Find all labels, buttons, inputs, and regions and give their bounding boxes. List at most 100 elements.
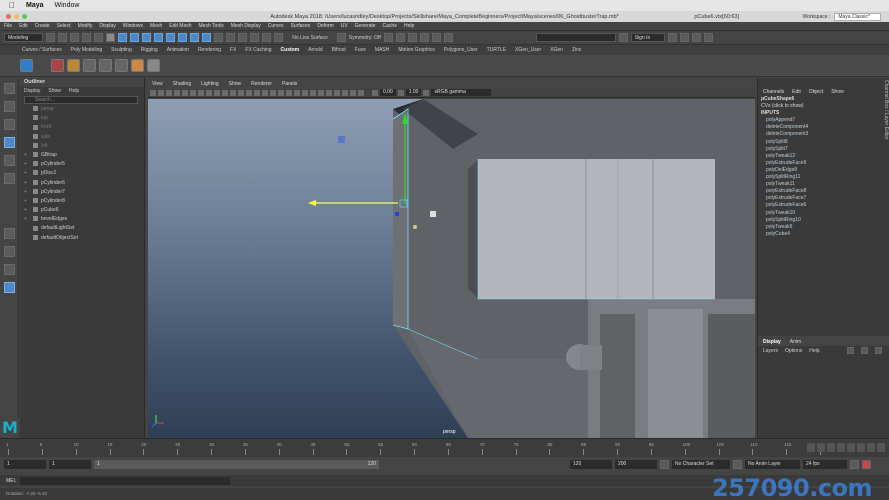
play-back-icon[interactable]	[837, 443, 845, 452]
exposure-field[interactable]: 0.00	[380, 89, 396, 96]
camera-attr-icon[interactable]	[158, 89, 164, 96]
input-node[interactable]: polySplitRing11	[758, 174, 889, 181]
shelf-tab-fuze[interactable]: Fuze	[355, 47, 366, 53]
wireframe-icon[interactable]	[238, 89, 244, 96]
shelf-tab-poly-modeling[interactable]: Poly Modeling	[71, 47, 102, 53]
toggle-modeling-toolkit-icon[interactable]	[668, 33, 678, 42]
step-forward-icon[interactable]	[867, 443, 875, 452]
goto-end-icon[interactable]	[877, 443, 885, 452]
z-tools-icon[interactable]	[20, 59, 33, 72]
custom-tool-4-icon[interactable]	[99, 59, 112, 72]
outliner-item[interactable]: + pCube6	[20, 206, 144, 215]
gamma-field[interactable]: 1.00	[405, 89, 422, 96]
color-space-dropdown[interactable]: sRGB gamma	[431, 89, 492, 96]
shelf-tab-bifrost[interactable]: Bifrost	[332, 47, 346, 53]
input-node[interactable]: polyTweak11	[758, 181, 889, 188]
window-menu[interactable]: Window	[55, 2, 80, 9]
grid-toggle-icon[interactable]	[182, 89, 188, 96]
shelf-tab-fx-caching[interactable]: FX Caching	[245, 47, 271, 53]
isolate-select-icon[interactable]	[350, 89, 356, 96]
outliner-item[interactable]: + bevelEdges	[20, 215, 144, 224]
render-view-icon[interactable]	[383, 33, 393, 42]
custom-tool-5-icon[interactable]	[115, 59, 128, 72]
panel-menu-panels[interactable]: Panels	[282, 81, 297, 87]
shelf-tab-sculpting[interactable]: Sculpting	[111, 47, 132, 53]
light-editor-icon[interactable]	[443, 33, 453, 42]
field-chart-icon[interactable]	[214, 89, 220, 96]
shadows-icon[interactable]	[310, 89, 316, 96]
bounding-box-icon[interactable]	[254, 89, 260, 96]
image-plane-icon[interactable]	[174, 89, 180, 96]
shelf-tab-custom[interactable]: Custom	[281, 47, 300, 53]
goto-start-icon[interactable]	[807, 443, 815, 452]
outliner-item[interactable]: defaultObjectSet	[20, 234, 144, 243]
outliner-item[interactable]: side	[20, 133, 144, 142]
undo-icon[interactable]	[82, 33, 92, 42]
snap-grid-icon[interactable]	[190, 33, 200, 42]
shelf-tab-zinc[interactable]: Zinc	[572, 47, 581, 53]
expand-icon[interactable]: +	[24, 169, 27, 178]
start-time-field[interactable]: 1	[4, 460, 46, 469]
lasso-tool-icon[interactable]	[4, 101, 15, 112]
shelf-tab-mash[interactable]: MASH	[375, 47, 389, 53]
input-node[interactable]: polyAppend7	[758, 117, 889, 124]
xray-active-icon[interactable]	[358, 89, 364, 96]
input-node[interactable]: polyExtrudeFace6	[758, 202, 889, 209]
outliner-item[interactable]: persp	[20, 105, 144, 114]
outliner-item[interactable]: + pCylinder8	[20, 197, 144, 206]
input-node[interactable]: deleteComponent3	[758, 131, 889, 138]
shelf-tab-polygons-user[interactable]: Polygons_User	[444, 47, 478, 53]
select-edge-icon[interactable]	[142, 33, 152, 42]
play-forward-icon[interactable]	[847, 443, 855, 452]
anim-layer-dropdown[interactable]: No Anim Layer	[745, 460, 800, 469]
camera-select-icon[interactable]	[150, 89, 156, 96]
auto-key-icon[interactable]	[850, 460, 859, 469]
outliner-help-menu[interactable]: Help	[69, 88, 79, 94]
render-seq-icon[interactable]	[431, 33, 441, 42]
input-node[interactable]: polySplitRing10	[758, 217, 889, 224]
channel-menu-channels[interactable]: Channels	[763, 89, 784, 95]
motion-blur-icon[interactable]	[326, 89, 332, 96]
outliner-search-input[interactable]: Search...	[24, 96, 138, 104]
expand-icon[interactable]: +	[24, 188, 27, 197]
menu-edit[interactable]: Edit	[19, 23, 28, 29]
cvs-toggle[interactable]: CVs (click to show)	[758, 103, 889, 110]
outliner-item[interactable]: + pDisc2	[20, 169, 144, 178]
workspace-dropdown[interactable]: Maya Classic*	[834, 12, 881, 21]
four-view-icon[interactable]	[4, 246, 15, 257]
expand-icon[interactable]: +	[24, 179, 27, 188]
select-tool-icon[interactable]	[4, 83, 15, 94]
view-transform-icon[interactable]	[423, 89, 430, 96]
menu-help[interactable]: Help	[404, 23, 414, 29]
xray-joints-icon[interactable]	[286, 89, 292, 96]
toggle-attribute-editor-icon[interactable]	[680, 33, 690, 42]
input-node[interactable]: polyTweak9	[758, 224, 889, 231]
menu-curves[interactable]: Curves	[268, 23, 284, 29]
hypershade-icon[interactable]	[407, 33, 417, 42]
character-set-dropdown[interactable]: No Character Set	[672, 460, 730, 469]
custom-tool-7-icon[interactable]	[147, 59, 160, 72]
outliner-item[interactable]: top	[20, 114, 144, 123]
input-node[interactable]: polyExtrudeFace8	[758, 188, 889, 195]
outliner-item[interactable]: + pCylinder6	[20, 179, 144, 188]
film-gate-icon[interactable]	[190, 89, 196, 96]
arnold-render-icon[interactable]	[419, 33, 429, 42]
move-tool-icon[interactable]	[4, 137, 15, 148]
shelf-tab-animation[interactable]: Animation	[167, 47, 189, 53]
snap-plane-icon[interactable]	[226, 33, 236, 42]
zoom-window-button[interactable]	[22, 14, 27, 19]
resolution-gate-icon[interactable]	[198, 89, 204, 96]
input-node[interactable]: polyTweak12	[758, 153, 889, 160]
flat-shade-icon[interactable]	[262, 89, 268, 96]
help-menu[interactable]: Help	[809, 348, 819, 354]
outliner-item[interactable]: + pCylinder5	[20, 160, 144, 169]
custom-tool-3-icon[interactable]	[83, 59, 96, 72]
menu-generate[interactable]: Generate	[355, 23, 376, 29]
render-icon[interactable]	[262, 33, 272, 42]
history-icon[interactable]	[250, 33, 260, 42]
panel-menu-shading[interactable]: Shading	[173, 81, 191, 87]
expand-icon[interactable]: +	[24, 197, 27, 206]
apple-icon[interactable]: 	[9, 1, 15, 10]
snap-surface-icon[interactable]	[238, 33, 248, 42]
shelf-tab-rendering[interactable]: Rendering	[198, 47, 221, 53]
